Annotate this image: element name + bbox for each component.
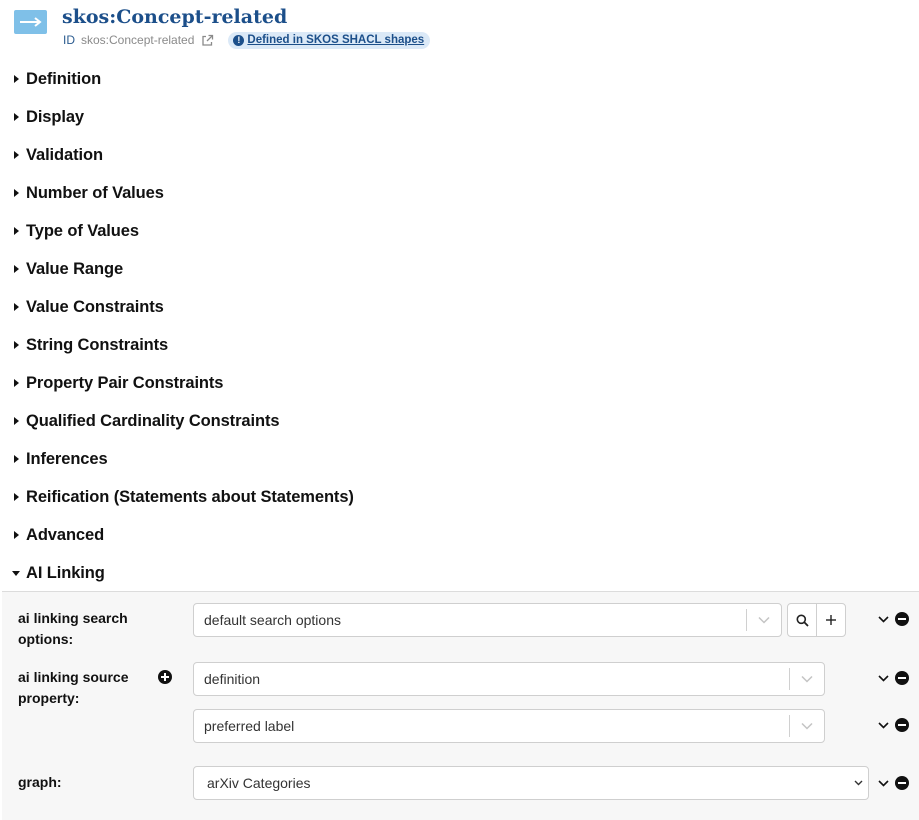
remove-value-icon[interactable]: [895, 776, 909, 790]
source-property-select-2[interactable]: preferred label: [193, 709, 825, 743]
resource-header: skos:Concept-related ID skos:Concept-rel…: [0, 0, 919, 60]
row-controls: [878, 776, 909, 790]
caret-right-icon: [12, 220, 23, 242]
section-label: Qualified Cardinality Constraints: [26, 411, 280, 430]
source-property-select-1[interactable]: definition: [193, 662, 825, 696]
row-controls: [878, 612, 909, 626]
caret-right-icon: [12, 144, 23, 166]
select-value: arXiv Categories: [207, 775, 311, 791]
chevron-down-icon[interactable]: [878, 674, 889, 682]
section-label: Number of Values: [26, 183, 164, 202]
caret-right-icon: [12, 372, 23, 394]
select-value: preferred label: [204, 718, 295, 734]
select-value: definition: [204, 671, 261, 687]
section-reification[interactable]: Reification (Statements about Statements…: [12, 486, 354, 508]
section-label: Property Pair Constraints: [26, 373, 224, 392]
graph-label: graph:: [18, 774, 62, 790]
remove-value-icon[interactable]: [895, 671, 909, 685]
add-value-icon[interactable]: [158, 670, 172, 684]
chevron-down-icon[interactable]: [790, 710, 824, 742]
section-label: Validation: [26, 145, 103, 164]
section-label: Type of Values: [26, 221, 139, 240]
chevron-down-icon[interactable]: [878, 721, 889, 729]
chevron-down-icon[interactable]: [848, 767, 868, 799]
section-label: Definition: [26, 69, 102, 88]
remove-value-icon[interactable]: [895, 718, 909, 732]
search-icon: [796, 614, 809, 627]
id-line: ID skos:Concept-related ! Defined in SKO…: [63, 31, 431, 49]
section-number-of-values[interactable]: Number of Values: [12, 182, 164, 204]
caret-right-icon: [12, 182, 23, 204]
caret-right-icon: [12, 448, 23, 470]
search-options-actions: [787, 603, 846, 637]
caret-right-icon: [12, 106, 23, 128]
caret-right-icon: [12, 334, 23, 356]
section-qualified-cardinality-constraints[interactable]: Qualified Cardinality Constraints: [12, 410, 280, 432]
section-ai-linking[interactable]: AI Linking: [12, 562, 105, 584]
select-value: default search options: [204, 612, 341, 628]
chevron-down-icon[interactable]: [878, 615, 889, 623]
page-title: skos:Concept-related: [62, 6, 288, 28]
caret-right-icon: [12, 296, 23, 318]
section-label: Inferences: [26, 449, 108, 468]
section-value-range[interactable]: Value Range: [12, 258, 123, 280]
row-controls: [878, 718, 909, 732]
section-label: Value Constraints: [26, 297, 164, 316]
ai-linking-search-options-label: ai linking search options:: [18, 610, 128, 647]
section-label: Value Range: [26, 259, 124, 278]
caret-right-icon: [12, 524, 23, 546]
section-inferences[interactable]: Inferences: [12, 448, 108, 470]
shapes-source-badge[interactable]: ! Defined in SKOS SHACL shapes: [228, 31, 431, 49]
caret-right-icon: [12, 68, 23, 90]
id-label: ID: [63, 33, 75, 47]
section-value-constraints[interactable]: Value Constraints: [12, 296, 164, 318]
section-label: Display: [26, 107, 84, 126]
row-controls: [878, 671, 909, 685]
section-definition[interactable]: Definition: [12, 68, 101, 90]
section-type-of-values[interactable]: Type of Values: [12, 220, 139, 242]
section-label: Reification (Statements about Statements…: [26, 487, 354, 506]
caret-down-icon: [12, 562, 23, 584]
section-string-constraints[interactable]: String Constraints: [12, 334, 168, 356]
section-advanced[interactable]: Advanced: [12, 524, 104, 546]
ai-linking-source-property-label: ai linking source property:: [18, 669, 129, 706]
search-button[interactable]: [788, 604, 816, 636]
caret-right-icon: [12, 258, 23, 280]
section-property-pair-constraints[interactable]: Property Pair Constraints: [12, 372, 223, 394]
section-display[interactable]: Display: [12, 106, 84, 128]
chevron-down-icon[interactable]: [790, 663, 824, 695]
section-label: AI Linking: [26, 563, 105, 582]
chevron-down-icon[interactable]: [747, 604, 781, 636]
caret-right-icon: [12, 410, 23, 432]
add-button[interactable]: [816, 604, 845, 636]
section-validation[interactable]: Validation: [12, 144, 103, 166]
caret-right-icon: [12, 486, 23, 508]
info-icon: !: [233, 34, 245, 46]
chevron-down-icon[interactable]: [878, 779, 889, 787]
remove-value-icon[interactable]: [895, 612, 909, 626]
badge-label: Defined in SKOS SHACL shapes: [247, 34, 425, 46]
section-label: Advanced: [26, 525, 105, 544]
search-options-select[interactable]: default search options: [193, 603, 782, 637]
graph-select[interactable]: arXiv Categories: [193, 766, 869, 800]
arrow-right-icon: [14, 10, 47, 34]
id-value: skos:Concept-related: [81, 33, 195, 47]
section-label: String Constraints: [26, 335, 169, 354]
plus-icon: [826, 615, 837, 625]
external-link-icon[interactable]: [201, 34, 214, 47]
